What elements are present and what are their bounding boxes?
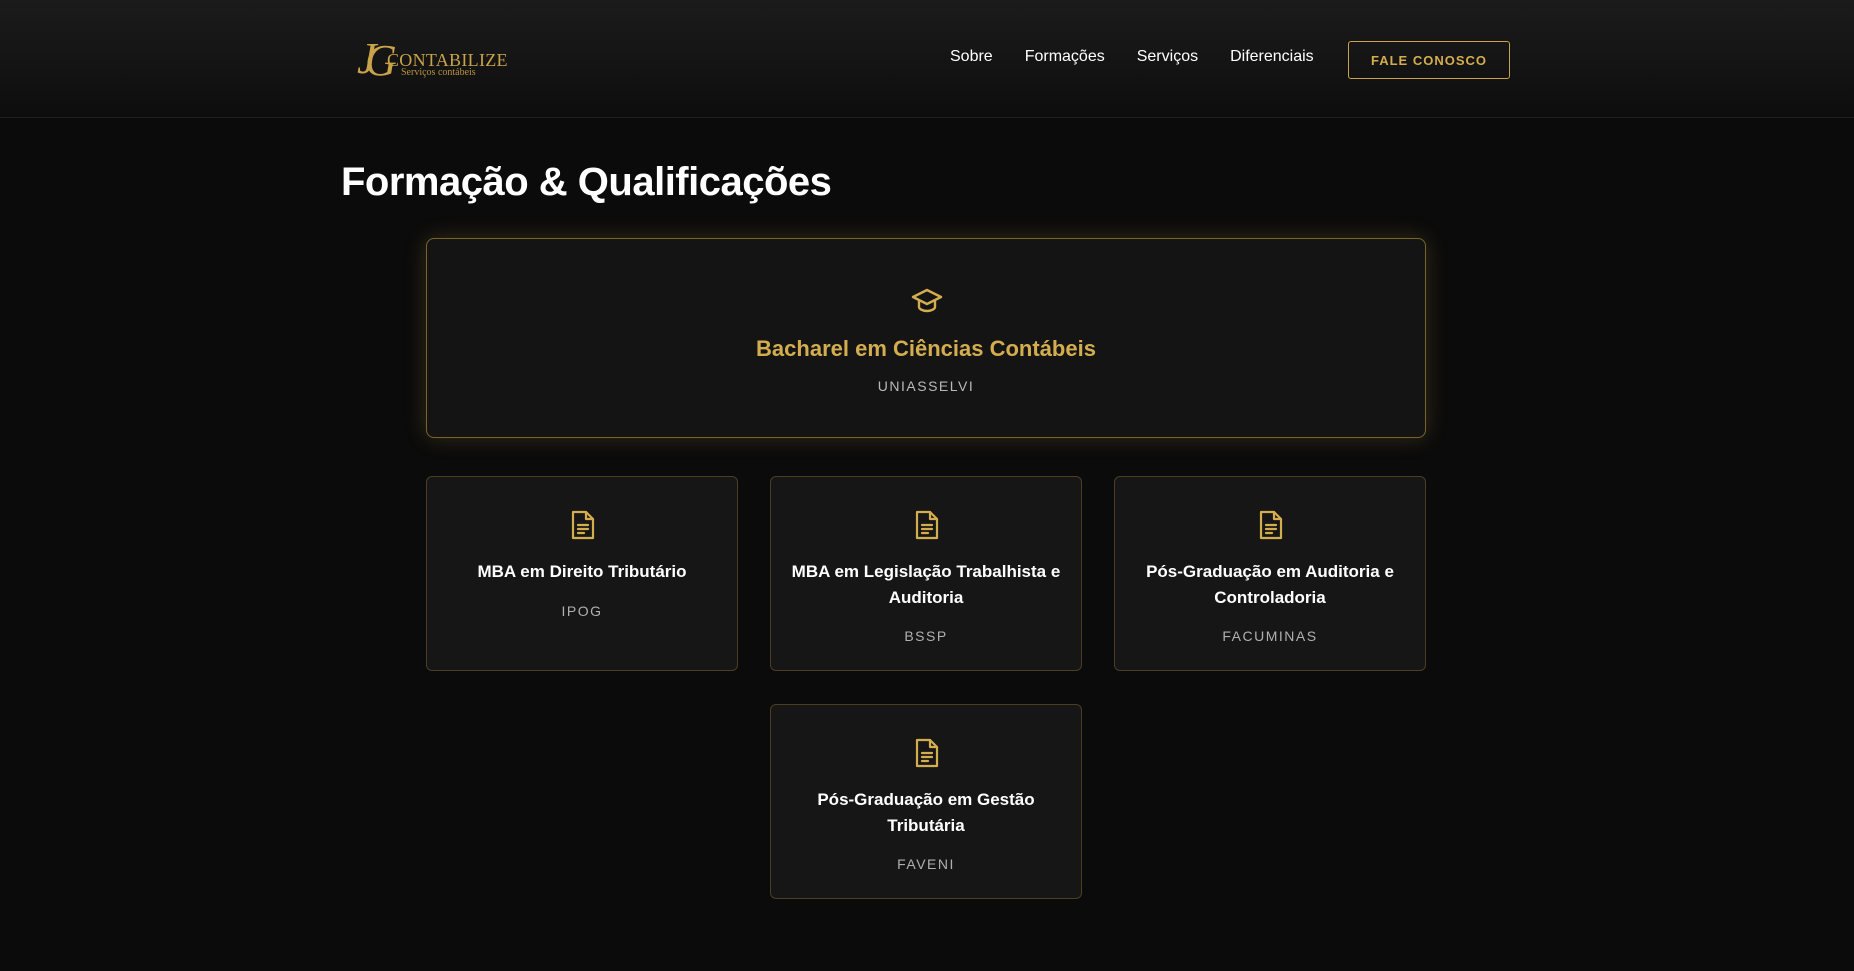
featured-institution: UNIASSELVI <box>877 378 975 394</box>
card-title: Pós-Graduação em Auditoria e Controlador… <box>1146 562 1394 607</box>
nav-link-sobre[interactable]: Sobre <box>950 48 993 66</box>
document-icon <box>1259 510 1283 540</box>
card-institution: FAVENI <box>897 856 955 872</box>
featured-title: Bacharel em Ciências Contábeis <box>756 336 1096 361</box>
featured-qualification-card: Bacharel em Ciências Contábeis UNIASSELV… <box>426 238 1426 438</box>
main-nav: Sobre Formações Serviços Diferenciais <box>950 48 1346 66</box>
card-institution: IPOG <box>561 603 603 619</box>
card-institution: FACUMINAS <box>1222 628 1318 644</box>
qualification-card: Pós-Graduação em Gestão Tributária FAVEN… <box>770 704 1082 899</box>
document-icon <box>915 738 939 768</box>
document-icon <box>571 510 595 540</box>
document-icon <box>915 510 939 540</box>
logo-monogram: JG <box>357 36 397 84</box>
nav-link-servicos[interactable]: Serviços <box>1137 48 1198 66</box>
page-title: Formação & Qualificações <box>341 160 832 204</box>
brand-logo[interactable]: JG CONTABILIZE Serviços contábeis <box>357 36 508 84</box>
card-title: Pós-Graduação em Gestão Tributária <box>817 790 1035 835</box>
card-title: MBA em Legislação Trabalhista e Auditori… <box>791 562 1061 607</box>
qualification-card: Pós-Graduação em Auditoria e Controlador… <box>1114 476 1426 671</box>
card-title: MBA em Direito Tributário <box>477 562 687 581</box>
nav-link-diferenciais[interactable]: Diferenciais <box>1230 48 1314 66</box>
qualification-card: MBA em Legislação Trabalhista e Auditori… <box>770 476 1082 671</box>
graduation-cap-icon <box>911 288 943 313</box>
site-header: JG CONTABILIZE Serviços contábeis Sobre … <box>0 0 1854 118</box>
contact-button[interactable]: FALE CONOSCO <box>1348 41 1510 79</box>
logo-tagline: Serviços contábeis <box>401 67 476 78</box>
qualification-card: MBA em Direito Tributário IPOG <box>426 476 738 671</box>
nav-link-formacoes[interactable]: Formações <box>1025 48 1105 66</box>
card-institution: BSSP <box>904 628 948 644</box>
